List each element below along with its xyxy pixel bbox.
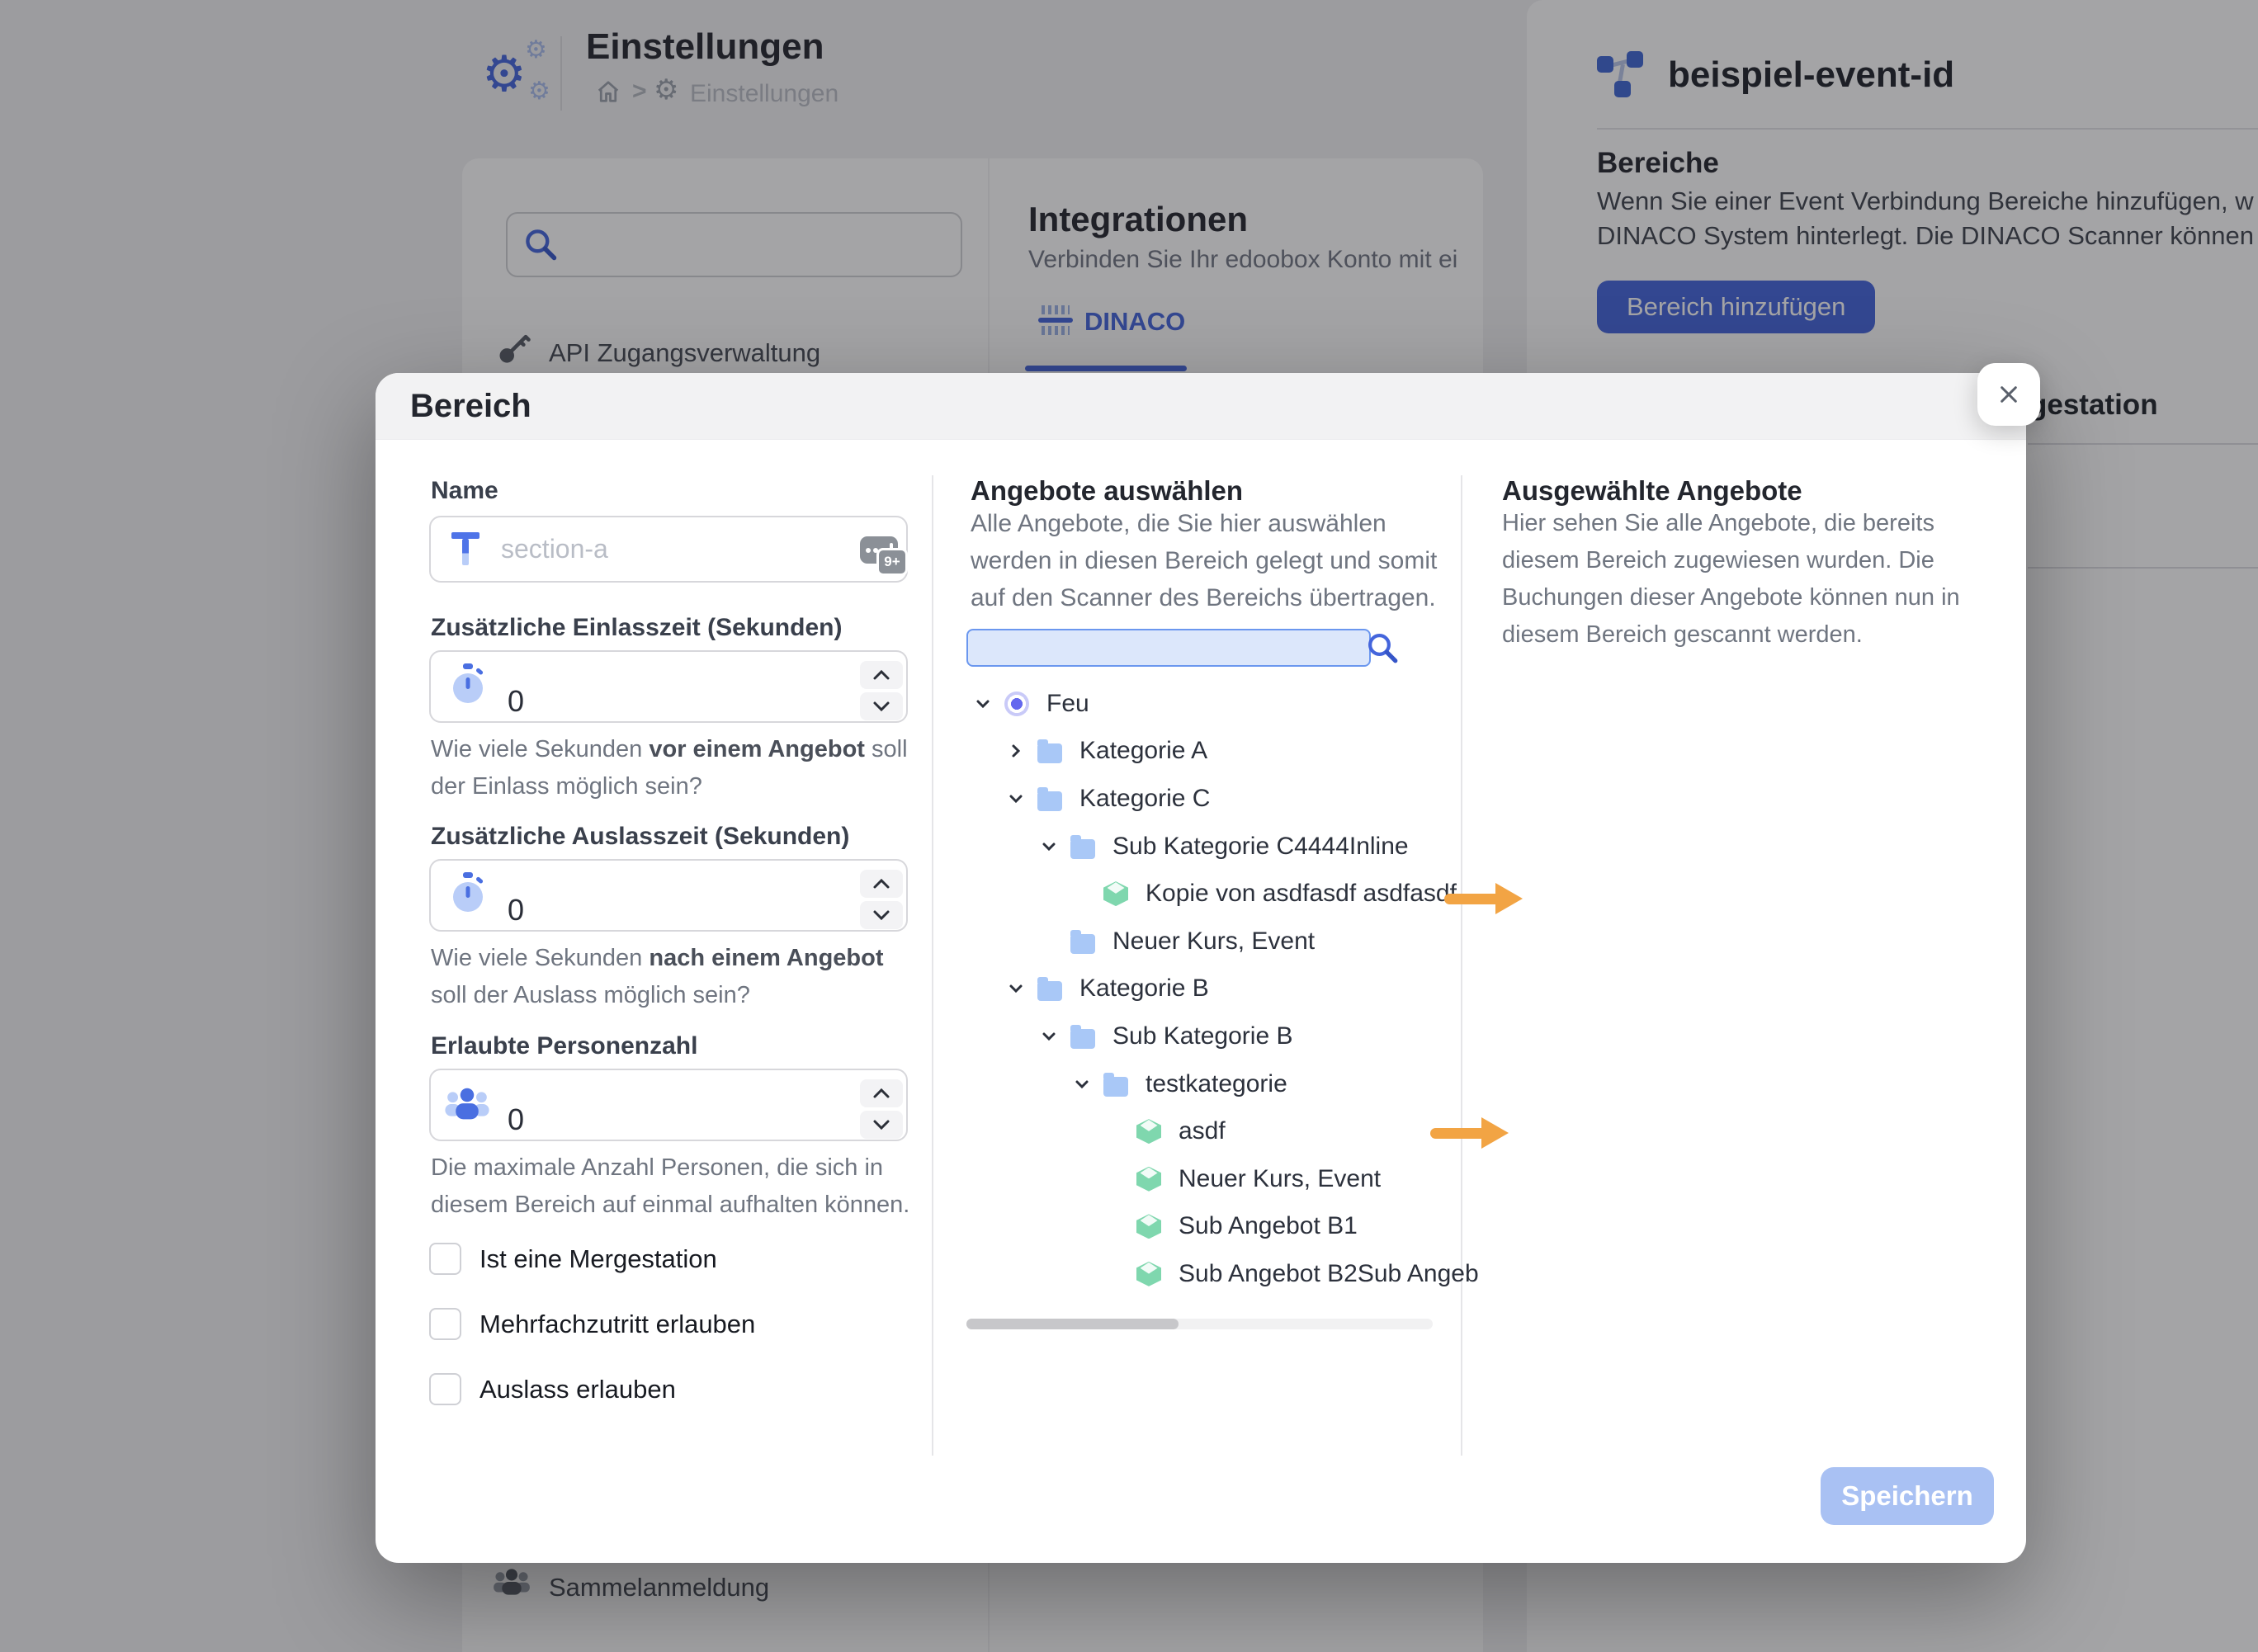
scrollbar-thumb[interactable] bbox=[966, 1319, 1179, 1329]
tree-item[interactable]: Sub Kategorie B bbox=[966, 1012, 1437, 1060]
offers-title: Angebote auswählen bbox=[971, 475, 1243, 507]
annotation-arrow-icon bbox=[1430, 1117, 1509, 1149]
horizontal-scrollbar[interactable] bbox=[966, 1319, 1433, 1329]
checkbox[interactable] bbox=[429, 1243, 461, 1275]
name-label: Name bbox=[431, 477, 498, 505]
tree-item[interactable]: Sub Angebot B2Sub Angeb bbox=[966, 1250, 1437, 1298]
chevron-down-icon[interactable] bbox=[1037, 834, 1061, 859]
cube-icon bbox=[1136, 1167, 1161, 1192]
annotation-arrow-icon bbox=[1444, 883, 1523, 914]
stopwatch-icon bbox=[448, 872, 488, 915]
chevron-down-icon[interactable] bbox=[1037, 1024, 1061, 1049]
checkbox-label: Ist eine Mergestation bbox=[479, 1244, 717, 1274]
checkbox-row-mehrfachzutritt[interactable]: Mehrfachzutritt erlauben bbox=[429, 1308, 755, 1340]
folder-icon bbox=[1070, 839, 1095, 859]
people-icon bbox=[442, 1086, 493, 1126]
checkbox-label: Mehrfachzutritt erlauben bbox=[479, 1310, 755, 1339]
column-divider bbox=[1461, 475, 1462, 1456]
tree-item[interactable]: Neuer Kurs, Event bbox=[966, 918, 1437, 965]
search-icon[interactable] bbox=[1365, 630, 1400, 669]
close-icon bbox=[1992, 378, 2025, 411]
checkbox[interactable] bbox=[429, 1308, 461, 1340]
einlasszeit-field-box bbox=[429, 650, 908, 723]
checkbox-label: Auslass erlauben bbox=[479, 1375, 676, 1404]
auslasszeit-field-box bbox=[429, 859, 908, 932]
auslasszeit-increment-button[interactable] bbox=[860, 870, 903, 898]
personenzahl-increment-button[interactable] bbox=[860, 1079, 903, 1107]
folder-icon bbox=[1037, 981, 1062, 1001]
tree-item[interactable]: testkategorie bbox=[966, 1060, 1437, 1108]
name-input[interactable] bbox=[499, 526, 800, 571]
modal-header: Bereich bbox=[376, 373, 2026, 440]
tree-item[interactable]: Feu bbox=[966, 680, 1437, 728]
app-root: ⚙ ⚙ ⚙ Einstellungen > ⚙ Einstellungen AP… bbox=[0, 0, 2258, 1652]
tree-item[interactable]: Kategorie C bbox=[966, 775, 1437, 823]
auslasszeit-label: Zusätzliche Auslasszeit (Sekunden) bbox=[431, 823, 849, 851]
offers-tree: Feu Kategorie A Kategorie C Sub Kategori… bbox=[966, 680, 1437, 1298]
personenzahl-help: Die maximale Anzahl Personen, die sich i… bbox=[431, 1149, 926, 1224]
close-button[interactable] bbox=[1977, 363, 2040, 426]
personenzahl-value[interactable]: 0 bbox=[508, 1102, 524, 1137]
auslasszeit-value[interactable]: 0 bbox=[508, 893, 524, 927]
cube-icon bbox=[1136, 1214, 1161, 1239]
einlasszeit-label: Zusätzliche Einlasszeit (Sekunden) bbox=[431, 614, 842, 642]
cube-icon bbox=[1103, 881, 1128, 906]
cube-icon bbox=[1136, 1262, 1161, 1286]
personenzahl-label: Erlaubte Personenzahl bbox=[431, 1032, 697, 1060]
bereich-modal: Bereich Name 9+ Zusätzliche Einlasszeit … bbox=[376, 373, 2026, 1563]
checkbox[interactable] bbox=[429, 1373, 461, 1405]
chevron-down-icon[interactable] bbox=[1070, 1072, 1094, 1097]
folder-icon bbox=[1103, 1077, 1128, 1097]
tree-item[interactable]: asdf bbox=[966, 1107, 1437, 1155]
folder-icon bbox=[1037, 791, 1062, 811]
einlasszeit-help: Wie viele Sekunden vor einem Angebot sol… bbox=[431, 731, 926, 805]
text-icon bbox=[451, 532, 479, 567]
offers-description: Alle Angebote, die Sie hier auswählen we… bbox=[971, 505, 1457, 616]
chevron-down-icon[interactable] bbox=[971, 691, 995, 716]
einlasszeit-increment-button[interactable] bbox=[860, 661, 903, 689]
auslasszeit-decrement-button[interactable] bbox=[860, 901, 903, 929]
chevron-right-icon[interactable] bbox=[1004, 739, 1028, 763]
checkbox-row-mergestation[interactable]: Ist eine Mergestation bbox=[429, 1243, 717, 1275]
column-divider bbox=[932, 475, 933, 1456]
chevron-down-icon[interactable] bbox=[1004, 786, 1028, 811]
tree-item[interactable]: Kategorie B bbox=[966, 965, 1437, 1013]
offers-search-input[interactable] bbox=[966, 629, 1371, 667]
stopwatch-icon bbox=[448, 663, 488, 706]
folder-icon bbox=[1070, 1029, 1095, 1049]
auslasszeit-help: Wie viele Sekunden nach einem Angebot so… bbox=[431, 940, 926, 1014]
modal-title: Bereich bbox=[410, 388, 531, 425]
cube-icon bbox=[1136, 1119, 1161, 1144]
folder-icon bbox=[1070, 934, 1095, 954]
einlasszeit-decrement-button[interactable] bbox=[860, 692, 903, 720]
einlasszeit-value[interactable]: 0 bbox=[508, 684, 524, 719]
tree-item[interactable]: Kategorie A bbox=[966, 728, 1437, 776]
tree-item[interactable]: Kopie von asdfasdf asdfasdf bbox=[966, 870, 1437, 918]
personenzahl-decrement-button[interactable] bbox=[860, 1111, 903, 1139]
chevron-down-icon[interactable] bbox=[1004, 976, 1028, 1001]
save-button[interactable]: Speichern bbox=[1821, 1467, 1994, 1525]
tree-item[interactable]: Sub Angebot B1 bbox=[966, 1203, 1437, 1251]
selected-offers-description: Hier sehen Sie alle Angebote, die bereit… bbox=[1502, 505, 1961, 654]
personenzahl-field-box bbox=[429, 1069, 908, 1141]
tree-item[interactable]: Sub Kategorie C4444Inline bbox=[966, 823, 1437, 871]
target-icon bbox=[1004, 691, 1029, 716]
selected-offers-title: Ausgewählte Angebote bbox=[1502, 475, 1802, 507]
folder-icon bbox=[1037, 743, 1062, 763]
autofill-icon[interactable]: 9+ bbox=[860, 536, 901, 571]
checkbox-row-auslass[interactable]: Auslass erlauben bbox=[429, 1373, 676, 1405]
tree-item[interactable]: Neuer Kurs, Event bbox=[966, 1155, 1437, 1203]
